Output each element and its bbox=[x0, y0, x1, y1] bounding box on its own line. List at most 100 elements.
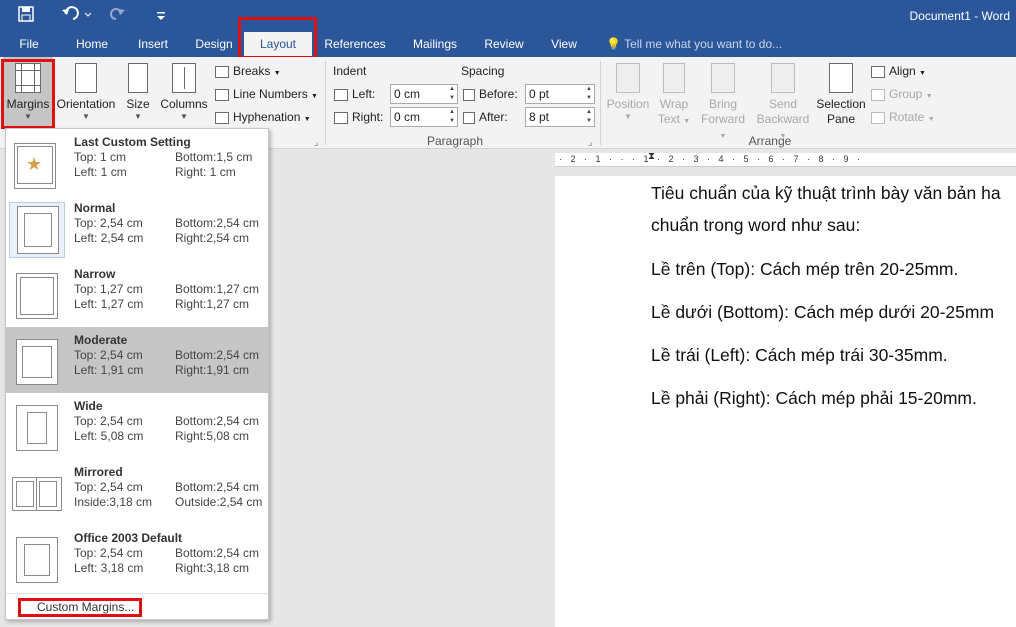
custom-margins-highlight bbox=[18, 598, 142, 617]
position-button[interactable]: Position ▼ bbox=[604, 57, 652, 127]
horizontal-ruler[interactable]: · 2 · 1 · · · 1 · 2 · 3 · 4 · 5 · 6 · 7 … bbox=[555, 151, 1016, 167]
spacing-after-spinner-icon[interactable]: ▲ ▼ bbox=[584, 108, 594, 126]
margin-preview-icon: ★ bbox=[14, 143, 56, 189]
indent-heading: Indent bbox=[333, 64, 367, 78]
indent-marker-icon[interactable]: ⧗ bbox=[648, 151, 655, 162]
margin-option-last-custom[interactable]: ★ Last Custom Setting Top: 1 cm Left: 1 … bbox=[6, 129, 268, 195]
wrap-text-label-2: Text ▼ bbox=[657, 112, 691, 126]
tab-references[interactable]: References bbox=[320, 32, 390, 57]
spacing-before-input[interactable]: 0 pt ▲ ▼ bbox=[525, 84, 595, 104]
indent-right-label: Right: bbox=[334, 107, 383, 127]
selection-pane-label-2: Pane bbox=[826, 112, 856, 126]
wrap-text-button[interactable]: Wrap Text ▼ bbox=[654, 57, 694, 127]
bring-forward-button[interactable]: Bring Forward ▼ bbox=[696, 57, 750, 140]
margin-value: Top: 2,54 cm bbox=[74, 480, 143, 494]
save-icon[interactable] bbox=[14, 6, 38, 26]
size-icon bbox=[128, 63, 148, 93]
margin-value: Bottom:2,54 cm bbox=[175, 414, 260, 428]
margin-option-name: Narrow bbox=[74, 267, 116, 281]
margin-preview-icon bbox=[16, 537, 58, 583]
hyphenation-label: Hyphenation bbox=[233, 110, 301, 124]
margin-value: Top: 1 cm bbox=[74, 150, 127, 164]
wrap-text-label-1: Wrap bbox=[659, 97, 689, 111]
position-label: Position bbox=[606, 97, 650, 111]
group-icon bbox=[871, 88, 885, 101]
indent-left-icon bbox=[334, 88, 348, 101]
indent-right-icon bbox=[334, 111, 348, 124]
hyphenation-button[interactable]: Hyphenation ▼ bbox=[215, 107, 311, 127]
margin-option-narrow[interactable]: Narrow Top: 1,27 cm Left: 1,27 cm Bottom… bbox=[6, 261, 268, 327]
undo-icon[interactable] bbox=[58, 6, 94, 26]
line-numbers-dropdown-icon: ▼ bbox=[311, 93, 318, 100]
indent-right-input[interactable]: 0 cm ▲ ▼ bbox=[390, 107, 458, 127]
size-button[interactable]: Size ▼ bbox=[120, 57, 156, 127]
indent-left-spinner-icon[interactable]: ▲ ▼ bbox=[447, 85, 457, 103]
customize-qat-icon[interactable] bbox=[154, 6, 168, 26]
page-setup-launcher-icon[interactable]: ⌟ bbox=[314, 137, 318, 148]
send-backward-label-1: Send bbox=[768, 97, 798, 111]
indent-left-label: Left: bbox=[334, 84, 375, 104]
redo-icon[interactable] bbox=[108, 6, 128, 26]
align-dropdown-icon: ▼ bbox=[919, 70, 926, 77]
margin-value: Left: 1,27 cm bbox=[74, 297, 144, 311]
document-title: Document1 - Word bbox=[909, 9, 1010, 23]
align-button[interactable]: Align ▼ bbox=[871, 61, 926, 81]
tell-me-box[interactable]: 💡 Tell me what you want to do... bbox=[606, 32, 782, 57]
margin-value: Left: 2,54 cm bbox=[74, 231, 144, 245]
margin-option-office-2003[interactable]: Office 2003 Default Top: 2,54 cm Left: 3… bbox=[6, 525, 268, 591]
paragraph-launcher-icon[interactable]: ⌟ bbox=[588, 137, 592, 148]
margin-value: Right:1,91 cm bbox=[175, 363, 250, 377]
columns-button[interactable]: Columns ▼ bbox=[158, 57, 210, 127]
margin-option-wide[interactable]: Wide Top: 2,54 cm Left: 5,08 cm Bottom:2… bbox=[6, 393, 268, 459]
doc-line: Lề dưới (Bottom): Cách mép dưới 20-25mm bbox=[651, 302, 995, 322]
line-numbers-button[interactable]: Line Numbers ▼ bbox=[215, 84, 318, 104]
doc-line: Tiêu chuẩn của kỹ thuật trình bày văn bả… bbox=[651, 183, 1001, 203]
margin-option-name: Moderate bbox=[74, 333, 128, 347]
margin-value: Outside:2,54 cm bbox=[175, 495, 263, 509]
spacing-before-spinner-icon[interactable]: ▲ ▼ bbox=[584, 85, 594, 103]
indent-left-input[interactable]: 0 cm ▲ ▼ bbox=[390, 84, 458, 104]
margin-value: Top: 2,54 cm bbox=[74, 546, 143, 560]
ruler-marks: · 2 · 1 · · · 1 · 2 · 3 · 4 · 5 · 6 · 7 … bbox=[559, 154, 864, 164]
margins-dropdown: ★ Last Custom Setting Top: 1 cm Left: 1 … bbox=[5, 128, 269, 620]
tab-home[interactable]: Home bbox=[70, 32, 114, 57]
tab-view[interactable]: View bbox=[544, 32, 584, 57]
margin-value: Right:2,54 cm bbox=[175, 231, 250, 245]
margin-option-moderate[interactable]: Moderate Top: 2,54 cm Left: 1,91 cm Bott… bbox=[6, 327, 268, 393]
orientation-button[interactable]: Orientation ▼ bbox=[55, 57, 117, 127]
tab-design[interactable]: Design bbox=[190, 32, 238, 57]
margins-button-highlight bbox=[1, 59, 55, 129]
tab-insert[interactable]: Insert bbox=[132, 32, 174, 57]
group-button[interactable]: Group ▼ bbox=[871, 84, 933, 104]
tab-review[interactable]: Review bbox=[478, 32, 530, 57]
margin-option-mirrored[interactable]: Mirrored Top: 2,54 cm Inside:3,18 cm Bot… bbox=[6, 459, 268, 525]
margin-value: Right:3,18 cm bbox=[175, 561, 250, 575]
margin-preview-icon bbox=[16, 339, 58, 385]
send-backward-icon bbox=[771, 63, 795, 93]
margin-value: Bottom:2,54 cm bbox=[175, 480, 260, 494]
indent-right-spinner-icon[interactable]: ▲ ▼ bbox=[447, 108, 457, 126]
bring-forward-label-1: Bring bbox=[708, 97, 737, 111]
margin-value: Top: 2,54 cm bbox=[74, 414, 143, 428]
send-backward-button[interactable]: Send Backward ▼ bbox=[752, 57, 814, 140]
doc-line: Lề phải (Right): Cách mép phải 15-20mm. bbox=[651, 388, 977, 408]
selection-pane-button[interactable]: Selection Pane bbox=[814, 57, 868, 127]
breaks-label: Breaks bbox=[233, 64, 271, 78]
layout-tab-highlight bbox=[238, 17, 317, 59]
orientation-dropdown-icon: ▼ bbox=[82, 112, 90, 121]
margin-option-normal[interactable]: Normal Top: 2,54 cm Left: 2,54 cm Bottom… bbox=[6, 195, 268, 261]
tab-mailings[interactable]: Mailings bbox=[405, 32, 465, 57]
margin-option-name: Mirrored bbox=[74, 465, 123, 479]
margin-value: Bottom:1,5 cm bbox=[175, 150, 253, 164]
doc-line: Lề trái (Left): Cách mép trái 30-35mm. bbox=[651, 345, 948, 365]
breaks-button[interactable]: Breaks ▼ bbox=[215, 61, 281, 81]
line-numbers-label: Line Numbers bbox=[233, 87, 308, 101]
hyphenation-icon bbox=[215, 111, 229, 124]
document-page[interactable]: Tiêu chuẩn của kỹ thuật trình bày văn bả… bbox=[555, 176, 1016, 627]
spacing-after-input[interactable]: 8 pt ▲ ▼ bbox=[525, 107, 595, 127]
margin-value: Top: 2,54 cm bbox=[74, 348, 143, 362]
margin-value: Right: 1 cm bbox=[175, 165, 236, 179]
tab-file[interactable]: File bbox=[12, 32, 46, 57]
rotate-button[interactable]: Rotate ▼ bbox=[871, 107, 935, 127]
spacing-heading: Spacing bbox=[461, 64, 505, 78]
